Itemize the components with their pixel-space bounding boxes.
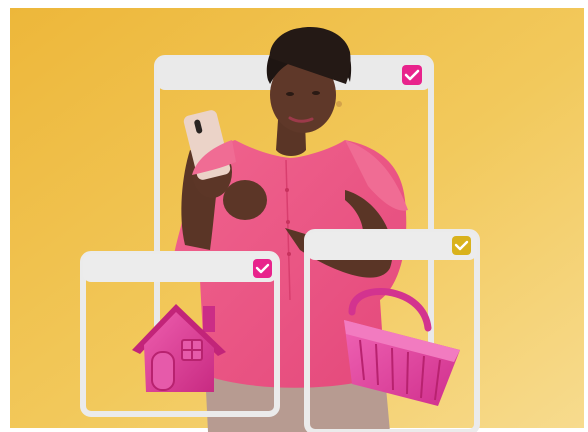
photo-frame	[0, 0, 588, 432]
checkbox-checked-icon	[452, 236, 471, 255]
checkbox-checked-icon	[253, 259, 272, 278]
promo-photo	[0, 0, 588, 432]
